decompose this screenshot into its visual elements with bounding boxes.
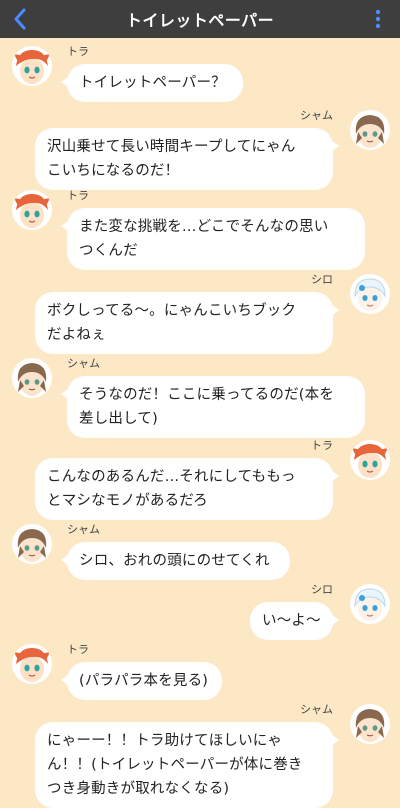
speaker-name: トラ [67, 45, 89, 58]
sham-avatar-icon[interactable] [350, 110, 390, 150]
message-bubble[interactable]: こんなのあるんだ…それにしてももっ とマシなモノがあるだろ [35, 458, 339, 520]
speaker-name: シャム [67, 357, 100, 370]
speaker-name: トラ [67, 643, 89, 656]
chevron-left-icon [14, 8, 26, 30]
sham-avatar-icon[interactable] [12, 358, 52, 398]
message-bubble[interactable]: そうなのだ！ここに乗ってるのだ(本を 差し出して) [61, 376, 365, 438]
message-bubble[interactable]: また変な挑戦を…どこでそんなの思い つくんだ [61, 208, 365, 270]
tora-avatar-icon[interactable] [12, 190, 52, 230]
speaker-name: シャム [67, 523, 100, 536]
tora-avatar-icon[interactable] [12, 46, 52, 86]
message-bubble[interactable]: にゃーー！！トラ助けてほしいにゃ ん！！(トイレットペーパーが体に巻き つき身動… [35, 722, 339, 808]
more-vertical-icon [375, 9, 381, 29]
speaker-name: シロ [311, 583, 333, 596]
message-bubble[interactable]: ボクしってる〜。にゃんこいちブック だよねぇ [35, 292, 339, 354]
chat-title: トイレットペーパー [125, 11, 275, 30]
speaker-name: シロ [311, 273, 333, 286]
more-menu-button[interactable] [370, 6, 386, 32]
message-bubble[interactable]: い〜よ〜 [250, 602, 339, 640]
speaker-name: トラ [311, 439, 333, 452]
message-bubble[interactable]: 沢山乗せて長い時間キープしてにゃん こいちになるのだ！ [35, 128, 339, 190]
tora-avatar-icon[interactable] [350, 440, 390, 480]
sham-avatar-icon[interactable] [350, 704, 390, 744]
app-header: トイレットペーパー [0, 0, 400, 38]
message-bubble[interactable]: シロ、おれの頭にのせてくれ [61, 542, 290, 580]
speaker-name: トラ [67, 189, 89, 202]
sham-avatar-icon[interactable] [12, 524, 52, 564]
message-bubble[interactable]: トイレットペーパー？ [61, 64, 243, 102]
speaker-name: シャム [300, 109, 333, 122]
back-button[interactable] [8, 6, 32, 32]
message-bubble[interactable]: (パラパラ本を見る) [61, 662, 222, 700]
shiro-avatar-icon[interactable] [350, 584, 390, 624]
speaker-name: シャム [300, 703, 333, 716]
tora-avatar-icon[interactable] [12, 644, 52, 684]
shiro-avatar-icon[interactable] [350, 274, 390, 314]
